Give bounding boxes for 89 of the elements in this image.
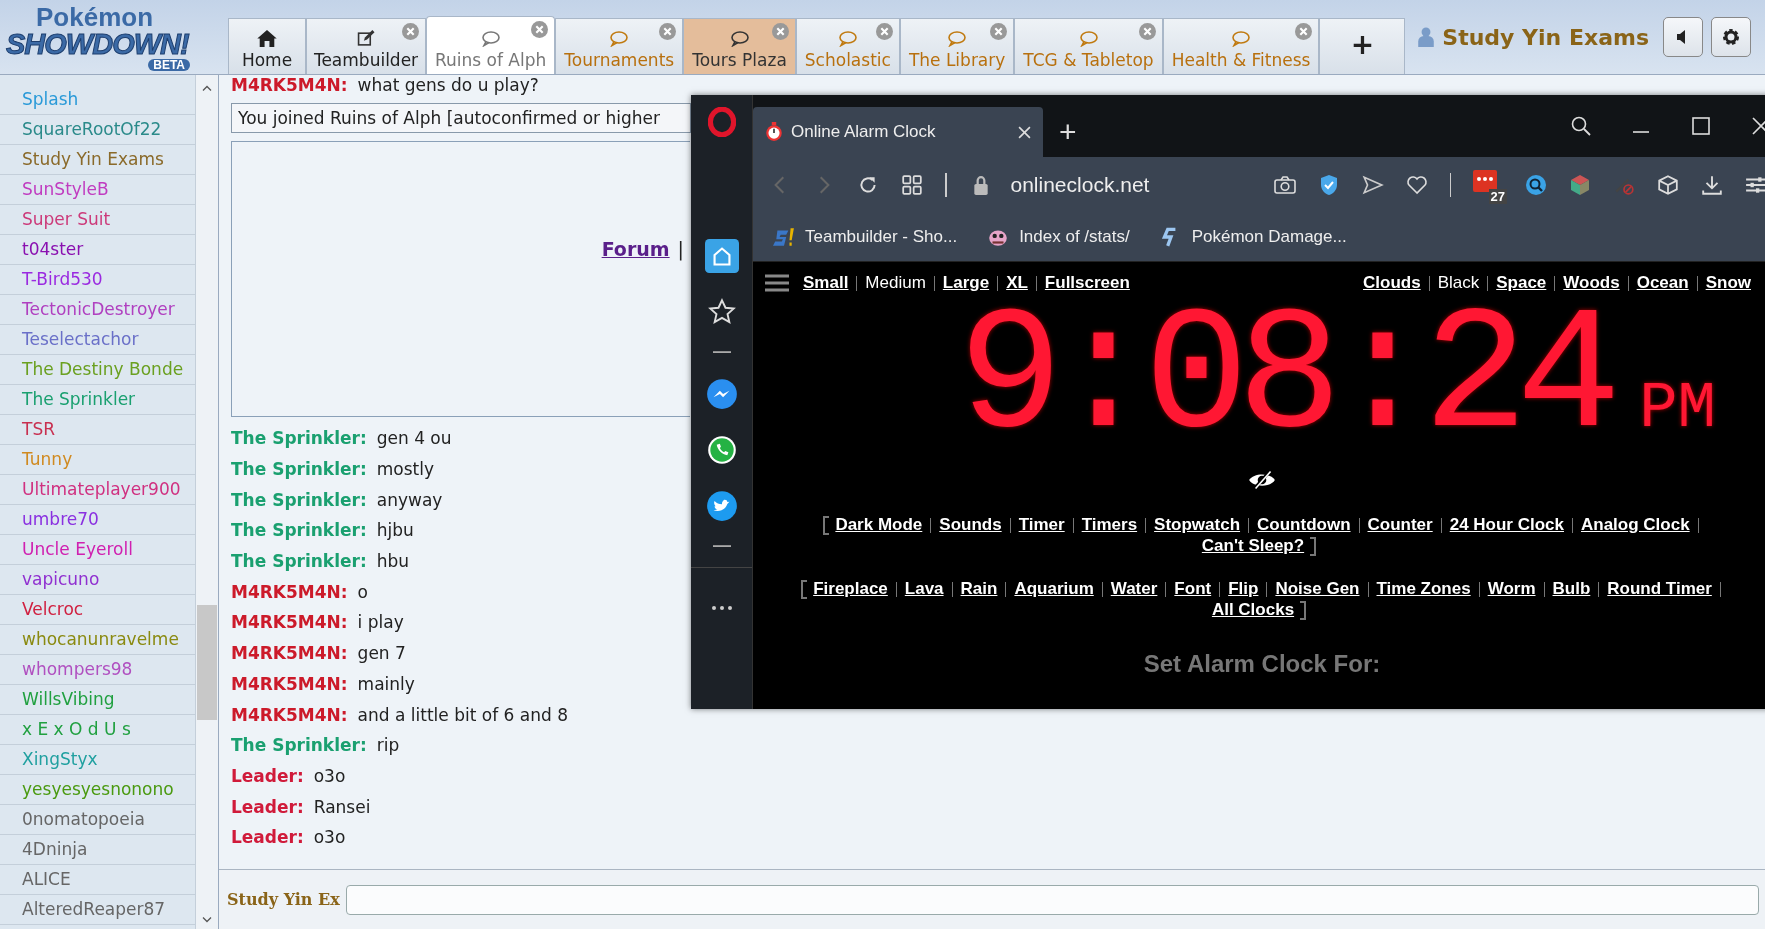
- chat-message: mainly: [357, 673, 415, 694]
- chat-username[interactable]: The Sprinkler:: [231, 489, 367, 510]
- chat-username[interactable]: The Sprinkler:: [231, 551, 367, 572]
- page-link[interactable]: Stopwatch: [1154, 515, 1241, 534]
- room-tab[interactable]: Ruins of Alph: [426, 16, 556, 74]
- chat-username[interactable]: Leader:: [231, 827, 304, 848]
- browser-tab[interactable]: Online Alarm Clock: [753, 107, 1043, 157]
- chat-username[interactable]: The Sprinkler:: [231, 459, 367, 480]
- page-link[interactable]: Countdown: [1257, 515, 1351, 534]
- chat-message: hbu: [376, 551, 410, 572]
- clock-time: 9:08:24: [958, 294, 1610, 464]
- chat-username[interactable]: M4RK5M4N:: [231, 612, 348, 633]
- size-link[interactable]: Fullscreen: [1044, 273, 1130, 293]
- chat-username[interactable]: Leader:: [231, 796, 304, 817]
- chat-message: gen 7: [357, 643, 406, 664]
- page-link[interactable]: Font: [1174, 579, 1212, 599]
- chat-username[interactable]: M4RK5M4N:: [231, 704, 348, 725]
- page-link[interactable]: Rain: [960, 579, 998, 599]
- room-tab[interactable]: Scholastic: [795, 18, 900, 74]
- forum-link[interactable]: Forum: [601, 238, 670, 260]
- page-link[interactable]: Sounds: [939, 515, 1002, 534]
- room-tab[interactable]: Teambuilder: [306, 18, 426, 74]
- input-username: Study Yin Ex: [227, 890, 340, 909]
- showdown-logo[interactable]: Pokémon SHOWDOWN! BETA: [0, 0, 220, 72]
- chat-username[interactable]: M4RK5M4N:: [231, 75, 348, 95]
- join-notice: You joined Ruins of Alph [autoconfirmed or higher: [231, 103, 691, 133]
- chat-message: o3o: [313, 765, 346, 786]
- username[interactable]: Study Yin Exams: [1442, 24, 1649, 50]
- chat-username[interactable]: M4RK5M4N:: [231, 673, 348, 694]
- room-tab[interactable]: +: [1319, 18, 1406, 74]
- chat-username[interactable]: The Sprinkler:: [231, 428, 367, 449]
- size-link[interactable]: Small: [803, 273, 849, 293]
- chat-username[interactable]: M4RK5M4N:: [231, 643, 348, 664]
- chat-message: i play: [357, 612, 404, 633]
- chat-message: what gens do u play?: [357, 75, 539, 95]
- page-link[interactable]: Worm: [1487, 579, 1536, 599]
- chat-message: and a little bit of 6 and 8: [357, 704, 568, 725]
- theme-link[interactable]: Ocean: [1636, 273, 1689, 293]
- page-link[interactable]: Timers: [1081, 515, 1138, 534]
- separator-text: |: [677, 238, 685, 260]
- bookmark[interactable]: Pokémon Damage...: [1159, 225, 1347, 248]
- theme-link[interactable]: Clouds: [1363, 273, 1421, 293]
- chat-username[interactable]: The Sprinkler:: [231, 735, 367, 756]
- page-link[interactable]: Timer: [1018, 515, 1065, 534]
- room-tab[interactable]: Health & Fitness: [1162, 18, 1320, 74]
- page-link[interactable]: Round Timer: [1607, 579, 1712, 599]
- page-link[interactable]: Lava: [904, 579, 944, 599]
- chat-message: anyway: [376, 489, 443, 510]
- chat-username[interactable]: Leader:: [231, 765, 304, 786]
- page-link[interactable]: Flip: [1228, 579, 1259, 599]
- theme-link[interactable]: Snow: [1705, 273, 1751, 293]
- page-link[interactable]: Noise Gen: [1275, 579, 1360, 599]
- page-link[interactable]: Fireplace: [813, 579, 888, 599]
- page-link[interactable]: All Clocks: [1211, 600, 1295, 620]
- bookmark[interactable]: Teambuilder - Sho...: [773, 225, 958, 248]
- chat-message: rip: [376, 735, 400, 756]
- chat-message: gen 4 ou: [376, 428, 452, 449]
- chat-message: o3o: [313, 827, 346, 848]
- alarm-heading: Set Alarm Clock For:: [1143, 650, 1381, 679]
- theme-link[interactable]: Space: [1496, 273, 1547, 293]
- bookmark[interactable]: Index of /stats/: [987, 225, 1130, 248]
- page-link[interactable]: Analog Clock: [1581, 515, 1690, 534]
- page-link[interactable]: Dark Mode: [835, 515, 923, 534]
- page-link[interactable]: Can't Sleep?: [1201, 536, 1305, 555]
- size-link[interactable]: Medium: [865, 273, 926, 293]
- chat-username[interactable]: M4RK5M4N:: [231, 581, 348, 602]
- room-tab[interactable]: The Library: [899, 18, 1015, 74]
- page-link[interactable]: Counter: [1367, 515, 1433, 534]
- clock-ampm: PM: [1639, 374, 1716, 444]
- size-link[interactable]: Large: [942, 273, 990, 293]
- chat-message: hjbu: [376, 520, 414, 541]
- chat-username[interactable]: The Sprinkler:: [231, 520, 367, 541]
- page-link[interactable]: Bulb: [1552, 579, 1591, 599]
- page-link[interactable]: Water: [1110, 579, 1158, 599]
- room-tab[interactable]: TCG & Tabletop: [1014, 18, 1163, 74]
- chat-message: o: [357, 581, 368, 602]
- chat-message: mostly: [376, 459, 434, 480]
- room-tab[interactable]: Tournaments: [555, 18, 684, 74]
- address-field[interactable]: onlineclock.net: [1010, 172, 1150, 197]
- page-link[interactable]: 24 Hour Clock: [1449, 515, 1564, 534]
- new-tab-button[interactable]: +: [1059, 115, 1077, 149]
- page-link[interactable]: Aquarium: [1014, 579, 1094, 599]
- room-tab[interactable]: Tours Plaza: [683, 18, 796, 74]
- size-link[interactable]: XL: [1006, 273, 1028, 293]
- theme-link[interactable]: Black: [1437, 273, 1480, 293]
- room-tab[interactable]: Home: [228, 18, 306, 74]
- chat-message: Ransei: [313, 796, 371, 817]
- page-link[interactable]: Time Zones: [1376, 579, 1471, 599]
- theme-link[interactable]: Woods: [1563, 273, 1620, 293]
